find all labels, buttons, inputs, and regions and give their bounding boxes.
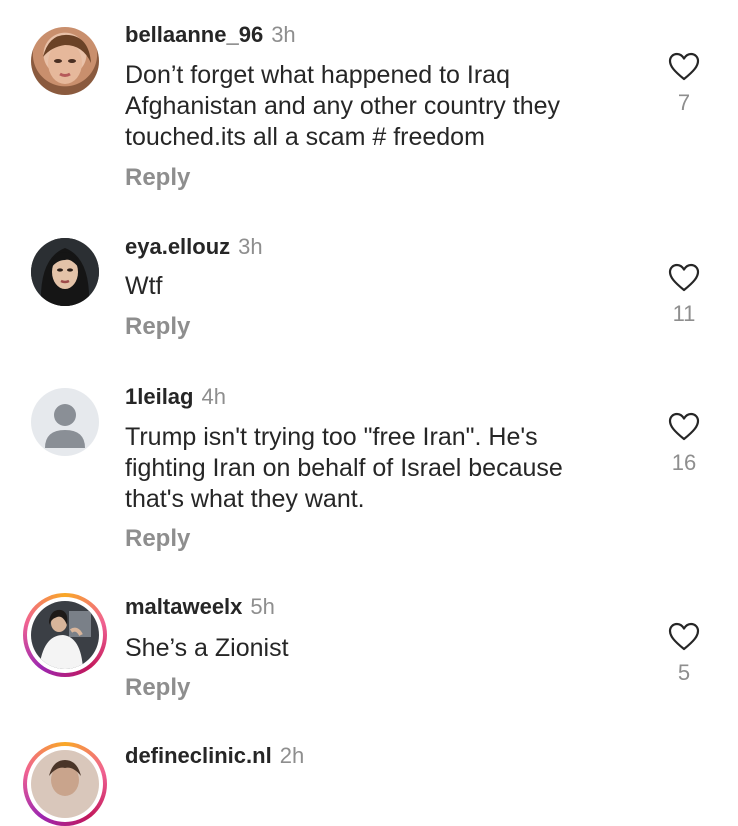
like-button[interactable]: 11 — [664, 263, 704, 327]
like-button[interactable]: 7 — [664, 52, 704, 116]
user-photo-icon — [31, 601, 99, 669]
comment-text: Wtf — [125, 272, 163, 300]
like-count: 16 — [671, 450, 697, 475]
reply-button[interactable]: Reply — [125, 525, 190, 553]
user-photo-icon — [43, 34, 91, 84]
heart-icon — [668, 412, 700, 441]
comment-text: She’s a Zionist — [125, 634, 289, 662]
like-count: 7 — [677, 90, 691, 115]
username[interactable]: 1leilag — [125, 384, 193, 409]
default-user-avatar-icon — [45, 404, 85, 448]
story-ring-avatar[interactable] — [23, 742, 107, 826]
story-ring-avatar[interactable] — [23, 593, 107, 677]
avatar[interactable] — [31, 388, 99, 456]
comment-text: Don’t forget what happened to Iraq Afgha… — [125, 61, 561, 151]
username[interactable]: maltaweelx — [125, 594, 242, 619]
like-count: 11 — [672, 301, 696, 326]
comment-header: maltaweelx 5h — [125, 594, 275, 620]
username[interactable]: bellaanne_96 — [125, 22, 263, 47]
timestamp: 3h — [238, 234, 263, 259]
reply-button[interactable]: Reply — [125, 313, 190, 341]
user-photo-icon — [31, 238, 99, 306]
like-count: 5 — [677, 660, 691, 685]
comment-header: 1leilag 4h — [125, 384, 226, 410]
username[interactable]: eya.ellouz — [125, 234, 230, 259]
comment-text: Trump isn't trying too "free Iran". He's… — [125, 423, 563, 513]
timestamp: 5h — [250, 594, 275, 619]
like-button[interactable]: 5 — [664, 622, 704, 686]
user-photo-icon — [31, 750, 99, 818]
timestamp: 3h — [271, 22, 296, 47]
reply-button[interactable]: Reply — [125, 164, 190, 192]
heart-icon — [668, 263, 700, 292]
comment-header: bellaanne_96 3h — [125, 22, 296, 48]
heart-icon — [668, 52, 700, 81]
like-button[interactable]: 16 — [664, 412, 704, 476]
comment-header: defineclinic.nl 2h — [125, 743, 304, 769]
avatar[interactable] — [31, 238, 99, 306]
timestamp: 4h — [201, 384, 226, 409]
timestamp: 2h — [279, 743, 305, 768]
heart-icon — [668, 622, 700, 651]
avatar[interactable] — [31, 27, 99, 95]
username[interactable]: defineclinic.nl — [125, 743, 272, 768]
comment-header: eya.ellouz 3h — [125, 234, 263, 260]
reply-button[interactable]: Reply — [125, 674, 190, 702]
